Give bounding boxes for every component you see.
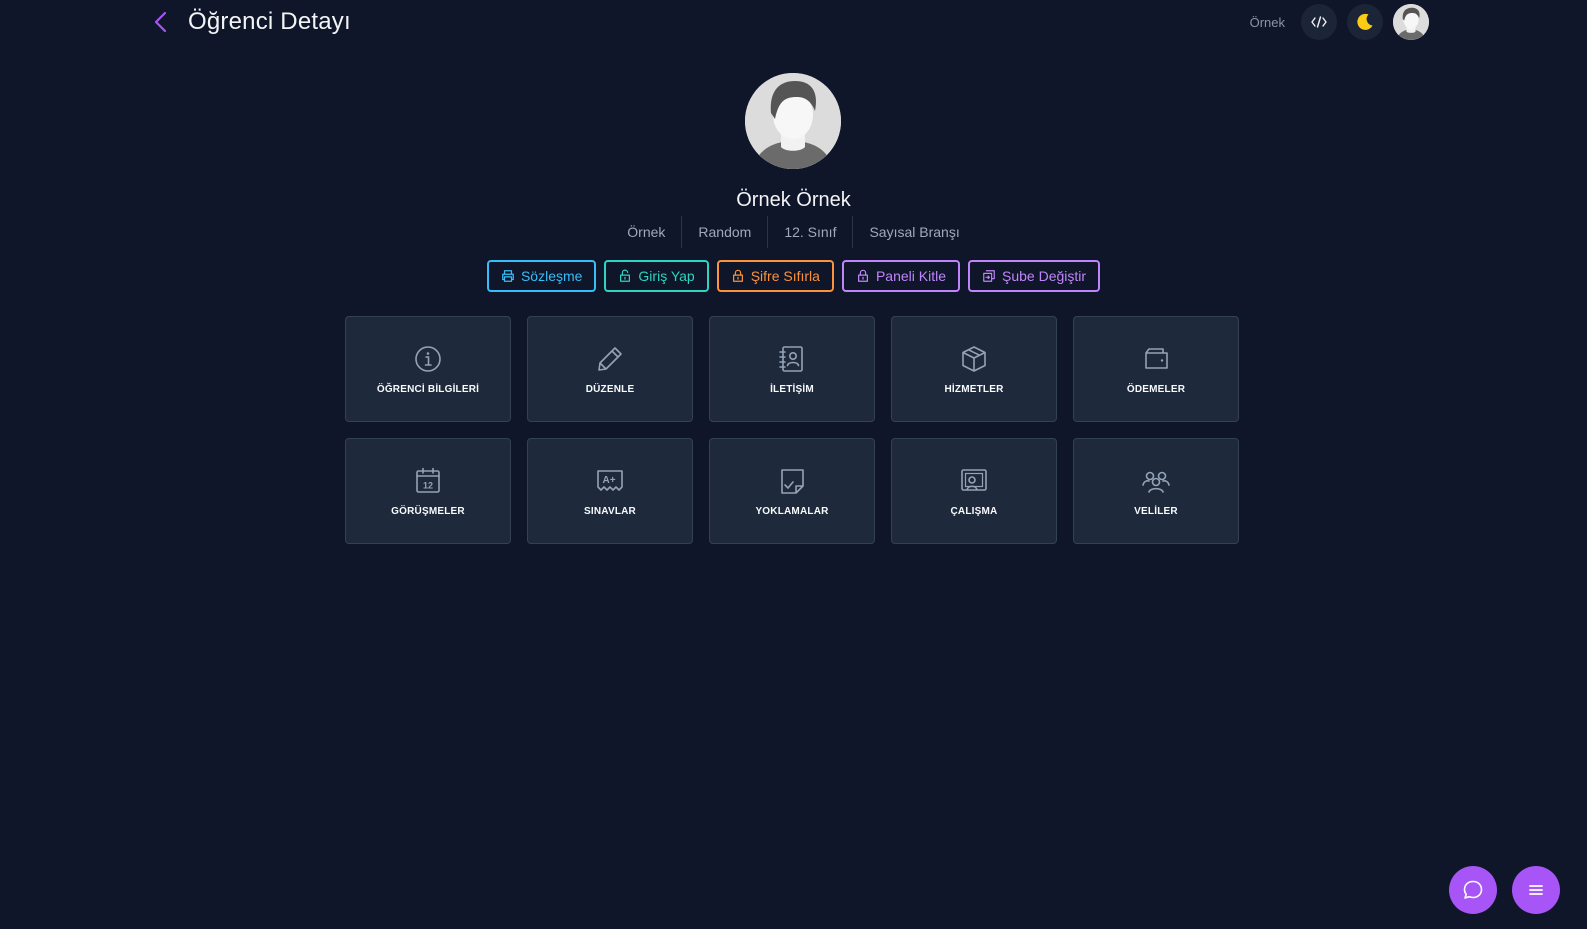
- header: Öğrenci Detayı Örnek: [0, 0, 1587, 44]
- user-avatar[interactable]: [1393, 4, 1429, 40]
- box-icon: [962, 345, 986, 372]
- card-label: GÖRÜŞMELER: [391, 505, 465, 517]
- card-parents[interactable]: VELİLER: [1073, 438, 1239, 544]
- login-as-button-label: Giriş Yap: [638, 268, 695, 284]
- page: Öğrenci Detayı Örnek Örnek Örnek Örnek R…: [0, 0, 1587, 929]
- switch-icon: [983, 270, 995, 282]
- reset-password-button[interactable]: Şifre Sıfırla: [716, 260, 834, 292]
- reset-password-button-label: Şifre Sıfırla: [750, 268, 820, 284]
- printer-icon: [502, 270, 514, 282]
- contract-button[interactable]: Sözleşme: [486, 260, 597, 292]
- users-icon: [1142, 471, 1170, 493]
- svg-text:A+: A+: [602, 475, 615, 486]
- avatar-icon: [745, 73, 841, 169]
- card-label: YOKLAMALAR: [755, 505, 829, 517]
- info-icon: [415, 345, 441, 372]
- header-actions: Örnek: [1250, 4, 1429, 40]
- unlock-icon: [620, 269, 631, 282]
- card-edit[interactable]: DÜZENLE: [527, 316, 693, 422]
- student-menu-grid: ÖĞRENCİ BİLGİLERİ DÜZENLE İLETİŞİM HİZME…: [345, 316, 1241, 544]
- card-attendance[interactable]: YOKLAMALAR: [709, 438, 875, 544]
- card-study[interactable]: ÇALIŞMA: [891, 438, 1057, 544]
- card-contact[interactable]: İLETİŞİM: [709, 316, 875, 422]
- meta-branch-name: Örnek: [627, 224, 666, 240]
- lock-panel-button[interactable]: Paneli Kitle: [841, 260, 960, 292]
- card-label: SINAVLAR: [584, 505, 636, 517]
- card-label: HİZMETLER: [944, 383, 1004, 395]
- lock-icon: [857, 269, 868, 282]
- student-meta: Örnek Random 12. Sınıf Sayısal Branşı: [0, 216, 1587, 248]
- card-label: İLETİŞİM: [770, 383, 814, 395]
- meta-group: Random: [681, 216, 767, 248]
- code-icon: [1311, 16, 1327, 28]
- chevron-left-icon: [154, 11, 167, 33]
- card-payments[interactable]: ÖDEMELER: [1073, 316, 1239, 422]
- contact-book-icon: [779, 345, 803, 372]
- card-label: ÖĞRENCİ BİLGİLERİ: [376, 383, 480, 395]
- wallet-icon: [1145, 347, 1168, 369]
- student-name: Örnek Örnek: [736, 189, 851, 211]
- card-meetings[interactable]: 12 GÖRÜŞMELER: [345, 438, 511, 544]
- contract-button-label: Sözleşme: [520, 268, 583, 284]
- page-title: Öğrenci Detayı: [188, 8, 351, 35]
- avatar-icon: [1393, 4, 1429, 40]
- meta-grade: 12. Sınıf: [767, 216, 852, 248]
- study-icon: [961, 468, 987, 491]
- change-branch-button-label: Şube Değiştir: [1002, 268, 1087, 284]
- chat-bubble-icon: [1463, 880, 1483, 899]
- menu-button[interactable]: [1512, 866, 1560, 914]
- menu-icon: [1529, 885, 1543, 895]
- back-button[interactable]: [148, 9, 172, 35]
- student-avatar: [745, 73, 841, 169]
- card-exams[interactable]: A+ SINAVLAR: [527, 438, 693, 544]
- checklist-icon: [781, 468, 804, 494]
- card-student-info[interactable]: ÖĞRENCİ BİLGİLERİ: [345, 316, 511, 422]
- grade-icon: A+: [597, 469, 623, 491]
- pencil-icon: [598, 346, 622, 371]
- login-as-button[interactable]: Giriş Yap: [604, 260, 709, 292]
- change-branch-button[interactable]: Şube Değiştir: [968, 260, 1101, 292]
- chat-button[interactable]: [1449, 866, 1497, 914]
- meta-track: Sayısal Branşı: [852, 216, 975, 248]
- card-label: ÇALIŞMA: [950, 505, 998, 517]
- card-label: VELİLER: [1134, 505, 1178, 517]
- header-user-label: Örnek: [1249, 14, 1285, 30]
- card-label: DÜZENLE: [585, 383, 635, 395]
- action-buttons: Sözleşme Giriş Yap Şifre Sıfırla Paneli …: [0, 260, 1587, 292]
- lock-icon: [732, 269, 743, 282]
- theme-toggle-button[interactable]: [1347, 4, 1383, 40]
- svg-text:12: 12: [423, 480, 433, 490]
- code-button[interactable]: [1301, 4, 1337, 40]
- lock-panel-button-label: Paneli Kitle: [875, 268, 946, 284]
- calendar-icon: 12: [416, 467, 440, 493]
- moon-icon: [1357, 13, 1373, 30]
- card-services[interactable]: HİZMETLER: [891, 316, 1057, 422]
- card-label: ÖDEMELER: [1126, 383, 1186, 395]
